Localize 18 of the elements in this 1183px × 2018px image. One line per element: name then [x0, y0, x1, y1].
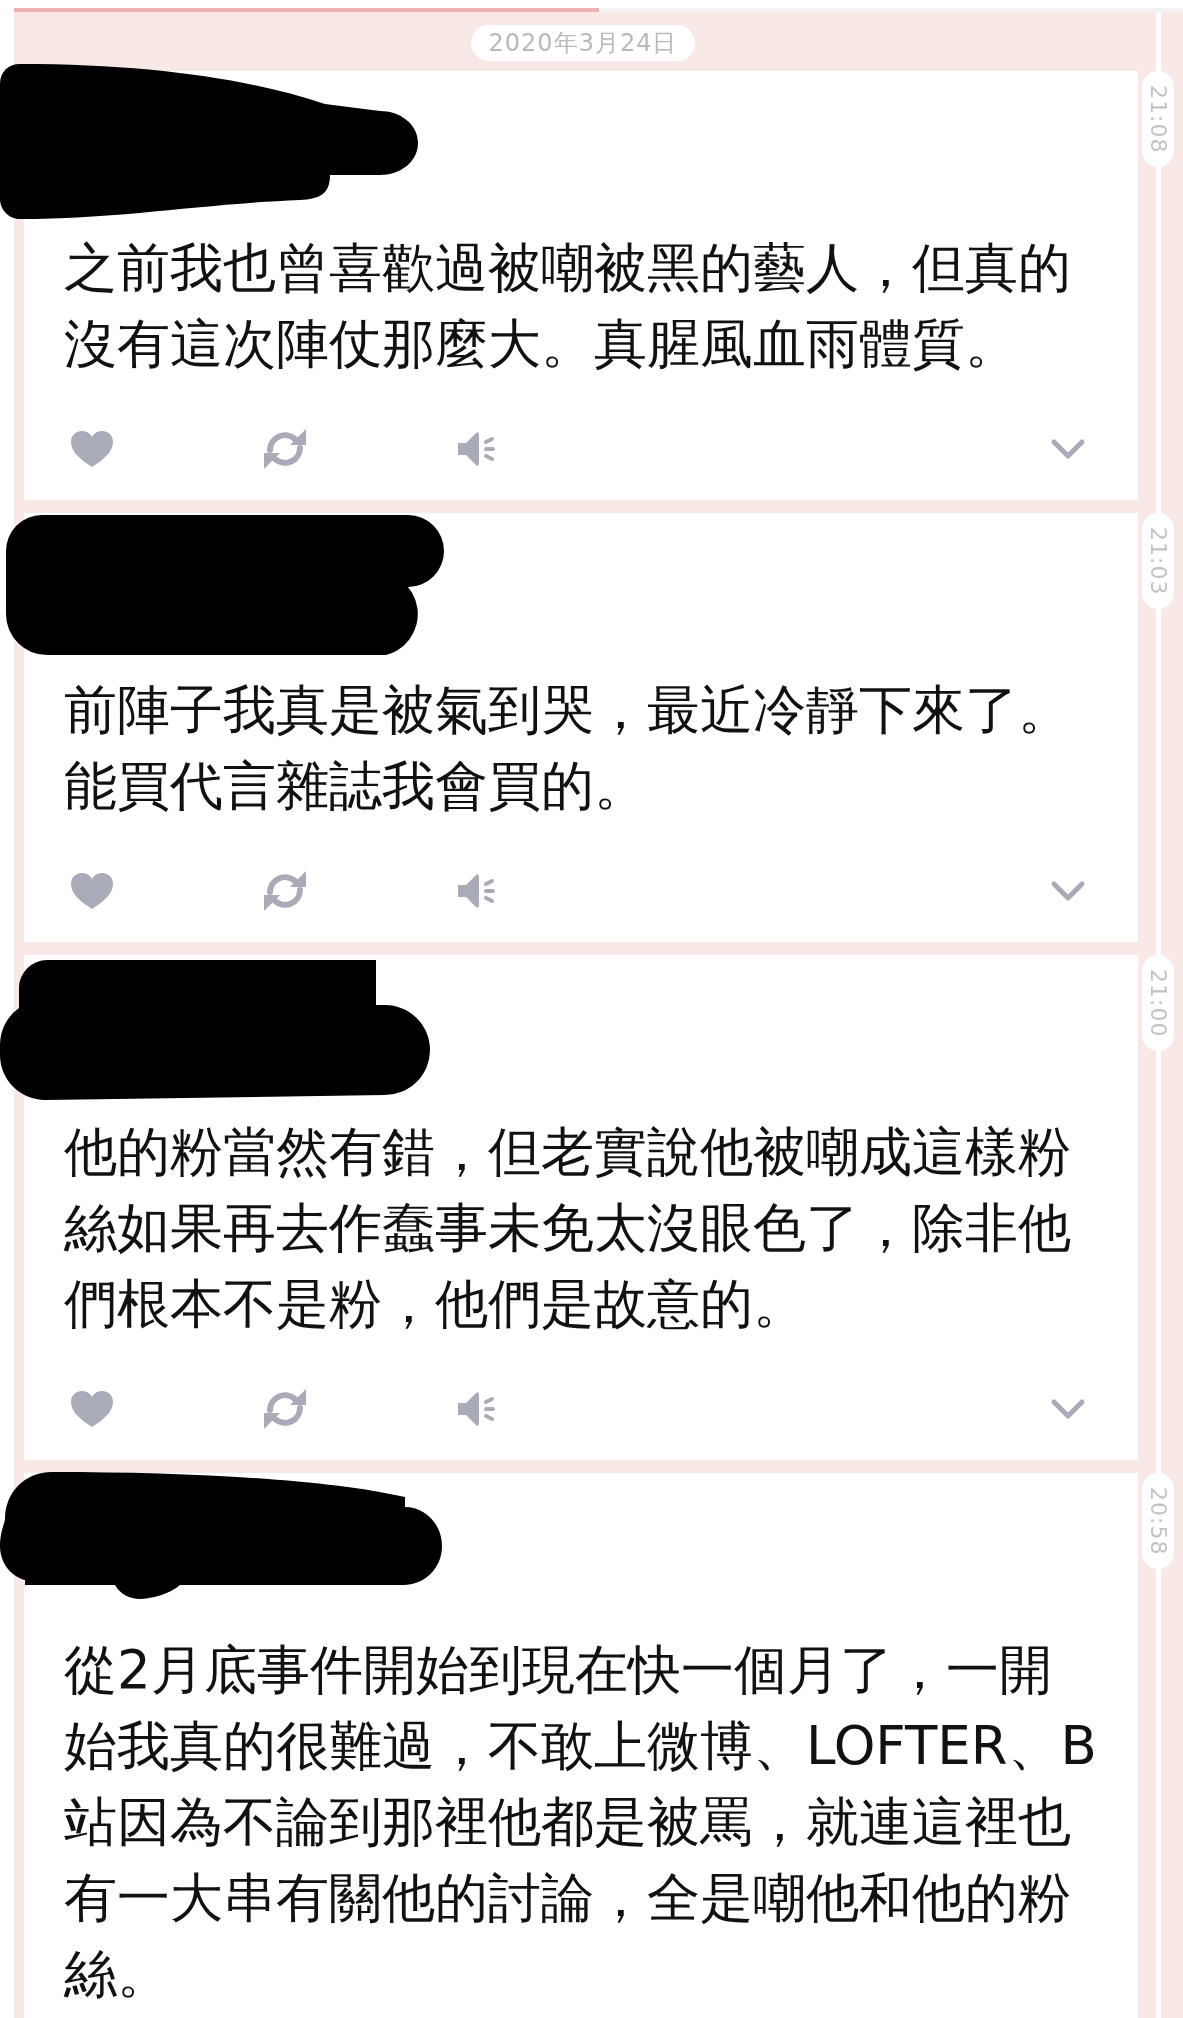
timestamp: 21:00 — [1142, 955, 1174, 1052]
speaker-icon[interactable] — [456, 871, 498, 911]
chevron-down-icon[interactable] — [1050, 1398, 1086, 1420]
speaker-icon[interactable] — [456, 1389, 498, 1429]
post-text: 從2月底事件開始到現在快一個月了，一開始我真的很難過，不敢上微博、LOFTER、B站因為不論到那裡他都是被罵，就連這裡也有一大串有關他的討論，全是嘲他和他的粉絲。 — [64, 1638, 1098, 2006]
heart-icon[interactable] — [70, 872, 114, 910]
timestamp: 21:03 — [1142, 513, 1174, 610]
chevron-down-icon[interactable] — [1050, 880, 1086, 902]
post-text: 他的粉當然有錯，但老實說他被嘲成這樣粉絲如果再去作蠢事未免太沒眼色了，除非他們根本不是粉，他們是故意的。 — [64, 1120, 1072, 1336]
post-text: 之前我也曾喜歡過被嘲被黑的藝人，但真的沒有這次陣仗那麼大。真腥風血雨體質。 — [64, 236, 1072, 376]
post-text: 前陣子我真是被氣到哭，最近冷靜下來了。能買代言雜誌我會買的。 — [64, 678, 1072, 818]
speaker-icon[interactable] — [456, 429, 498, 469]
heart-icon[interactable] — [70, 430, 114, 468]
date-label: 2020年3月24日 — [470, 25, 696, 61]
chevron-down-icon[interactable] — [1050, 438, 1086, 460]
timestamp: 20:58 — [1142, 1473, 1174, 1570]
heart-icon[interactable] — [70, 1390, 114, 1428]
timestamp: 21:08 — [1142, 71, 1174, 168]
